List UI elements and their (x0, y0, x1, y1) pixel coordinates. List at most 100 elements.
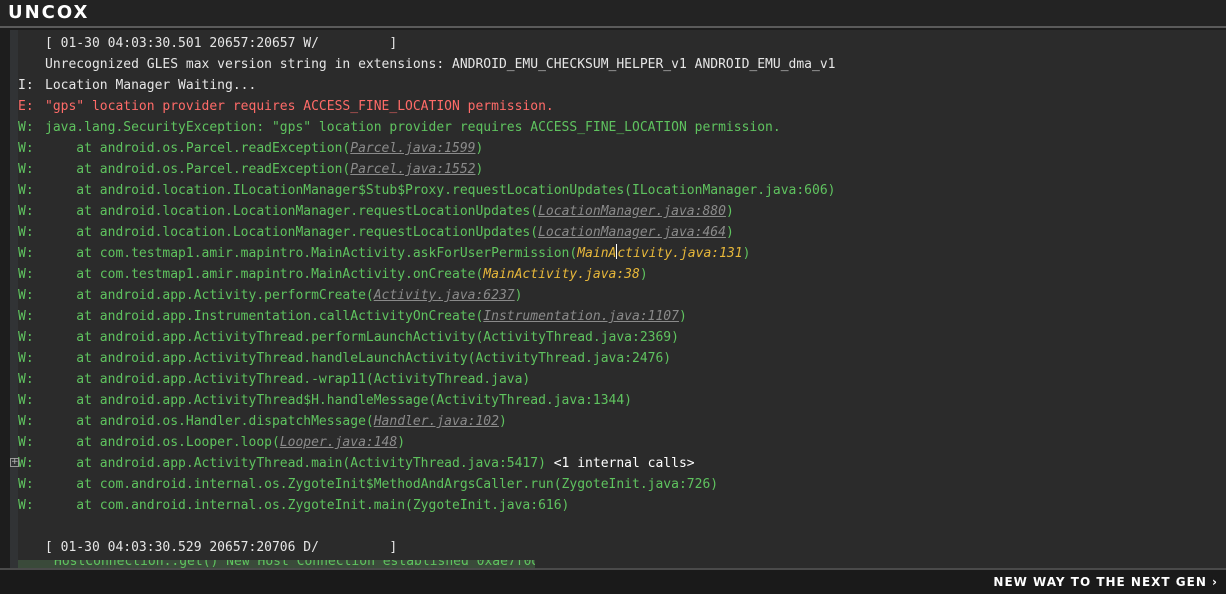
source-file-link[interactable]: Handler.java:102 (374, 414, 499, 429)
log-level-prefix: W: (18, 183, 34, 198)
log-level-prefix: W: (18, 351, 34, 366)
log-message: Unrecognized GLES max version string in … (45, 57, 836, 72)
log-line[interactable]: W: at android.app.ActivityThread$H.handl… (18, 390, 1226, 411)
expand-fold-icon[interactable]: + (10, 458, 19, 467)
source-file-link[interactable]: Parcel.java:1552 (350, 162, 475, 177)
log-line[interactable]: W: at android.os.Looper.loop(Looper.java… (18, 432, 1226, 453)
log-line[interactable]: [ 01-30 04:03:30.529 20657:20706 D/ ] (18, 537, 1226, 558)
log-level-prefix: E: (18, 99, 34, 114)
log-line[interactable]: W: at com.android.internal.os.ZygoteInit… (18, 495, 1226, 516)
log-line[interactable]: W: at android.app.ActivityThread.-wrap11… (18, 369, 1226, 390)
log-level-prefix: W: (18, 498, 34, 513)
log-line[interactable]: W: at android.app.ActivityThread.handleL… (18, 348, 1226, 369)
log-level-prefix: W: (18, 162, 34, 177)
bottom-bar: NEW WAY TO THE NEXT GEN › (0, 568, 1226, 594)
log-level-prefix: W: (18, 393, 34, 408)
log-level-prefix: W: (18, 120, 34, 135)
log-level-prefix: W: (18, 309, 34, 324)
log-line[interactable]: W: at android.location.LocationManager.r… (18, 222, 1226, 243)
log-message-suffix: ) (397, 435, 406, 450)
log-level-prefix: W: (18, 204, 34, 219)
log-level-prefix: W: (18, 414, 34, 429)
log-line[interactable]: E: "gps" location provider requires ACCES… (18, 96, 1226, 117)
partial-log-text: HostConnection::get() New Host Connectio… (54, 560, 535, 568)
log-message-suffix: ) (742, 246, 751, 261)
log-level-prefix: W: (18, 477, 34, 492)
log-message: at com.android.internal.os.ZygoteInit.ma… (45, 498, 570, 513)
log-message: at com.android.internal.os.ZygoteInit$Me… (45, 477, 719, 492)
log-message-suffix: ) (475, 162, 484, 177)
app-source-file-link[interactable]: MainActivity.java:131 (577, 244, 743, 261)
source-file-link[interactable]: Activity.java:6237 (374, 288, 515, 303)
log-message: at android.os.Looper.loop( (45, 435, 280, 450)
log-lines: [ 01-30 04:03:30.501 20657:20657 W/ ] Unr… (10, 33, 1226, 558)
source-file-link[interactable]: Looper.java:148 (280, 435, 397, 450)
source-file-link[interactable]: Parcel.java:1599 (350, 141, 475, 156)
log-line[interactable]: Unrecognized GLES max version string in … (18, 54, 1226, 75)
log-line[interactable]: [ 01-30 04:03:30.501 20657:20657 W/ ] (18, 33, 1226, 54)
log-line[interactable]: W: at android.location.LocationManager.r… (18, 201, 1226, 222)
log-line[interactable]: W: at android.os.Parcel.readException(Pa… (18, 159, 1226, 180)
log-level-prefix: I: (18, 78, 34, 93)
selected-partial-line[interactable]: HostConnection::get() New Host Connectio… (18, 560, 535, 568)
log-level-prefix: W: (18, 267, 34, 282)
log-level-prefix: W: (18, 246, 34, 261)
log-level-prefix: W: (18, 288, 34, 303)
log-line[interactable]: I: Location Manager Waiting... (18, 75, 1226, 96)
log-line[interactable]: W: at com.testmap1.amir.mapintro.MainAct… (18, 264, 1226, 285)
log-message-suffix: ) (725, 204, 734, 219)
internal-calls-label[interactable]: <1 internal calls> (554, 456, 695, 471)
log-level-prefix: W: (18, 456, 34, 471)
log-message: at android.os.Handler.dispatchMessage( (45, 414, 374, 429)
log-message: [ 01-30 04:03:30.501 20657:20657 W/ ] (45, 36, 398, 51)
log-line[interactable] (18, 516, 1226, 537)
log-message: "gps" location provider requires ACCESS_… (45, 99, 554, 114)
site-logo[interactable]: UNCOX (8, 2, 89, 24)
log-line[interactable]: W: at android.os.Parcel.readException(Pa… (18, 138, 1226, 159)
log-line[interactable]: W: at android.app.ActivityThread.perform… (18, 327, 1226, 348)
log-message: at com.testmap1.amir.mapintro.MainActivi… (45, 246, 578, 261)
console-gutter (10, 30, 18, 568)
log-message: at android.location.LocationManager.requ… (45, 225, 539, 240)
log-message: at android.location.LocationManager.requ… (45, 204, 539, 219)
log-line[interactable]: + W: at android.app.ActivityThread.main(A… (10, 453, 1226, 474)
log-message: at android.app.ActivityThread.handleLaun… (45, 351, 672, 366)
log-line[interactable]: W: at android.location.ILocationManager$… (18, 180, 1226, 201)
log-line[interactable]: W: java.lang.SecurityException: "gps" loc… (18, 117, 1226, 138)
logcat-console[interactable]: [ 01-30 04:03:30.501 20657:20657 W/ ] Unr… (10, 30, 1226, 568)
log-message: at android.app.ActivityThread$H.handleMe… (45, 393, 632, 408)
app-source-file-link[interactable]: MainActivity.java:38 (483, 267, 640, 282)
log-line[interactable]: W: at android.os.Handler.dispatchMessage… (18, 411, 1226, 432)
footer-tagline[interactable]: NEW WAY TO THE NEXT GEN › (993, 574, 1218, 590)
log-message-suffix: ) (678, 309, 687, 324)
log-level-prefix: W: (18, 435, 34, 450)
log-message-suffix: ) (514, 288, 523, 303)
log-message: at android.app.Instrumentation.callActiv… (45, 309, 484, 324)
log-message: at android.os.Parcel.readException( (45, 141, 351, 156)
log-message-suffix: ) (639, 267, 648, 282)
log-message: at android.os.Parcel.readException( (45, 162, 351, 177)
log-level-prefix: W: (18, 225, 34, 240)
log-line[interactable]: W: at com.android.internal.os.ZygoteInit… (18, 474, 1226, 495)
source-file-link[interactable]: LocationManager.java:464 (538, 225, 726, 240)
log-message-suffix: ) (475, 141, 484, 156)
log-level-prefix: W: (18, 372, 34, 387)
text-cursor (616, 244, 618, 259)
log-message-suffix: ) (498, 414, 507, 429)
log-level-prefix: W: (18, 330, 34, 345)
source-file-link[interactable]: LocationManager.java:880 (538, 204, 726, 219)
log-level-prefix: W: (18, 141, 34, 156)
log-message: java.lang.SecurityException: "gps" locat… (45, 120, 781, 135)
log-message: at android.location.ILocationManager$Stu… (45, 183, 836, 198)
top-bar: UNCOX (0, 0, 1226, 28)
log-line[interactable]: W: at android.app.Instrumentation.callAc… (18, 306, 1226, 327)
log-line[interactable]: W: at com.testmap1.amir.mapintro.MainAct… (18, 243, 1226, 264)
log-message: at android.app.Activity.performCreate( (45, 288, 374, 303)
log-message: at android.app.ActivityThread.-wrap11(Ac… (45, 372, 531, 387)
log-message: Location Manager Waiting... (45, 78, 257, 93)
log-message-suffix: ) (725, 225, 734, 240)
source-file-link[interactable]: Instrumentation.java:1107 (483, 309, 679, 324)
log-line[interactable]: W: at android.app.Activity.performCreate… (18, 285, 1226, 306)
log-message: at android.app.ActivityThread.performLau… (45, 330, 679, 345)
log-message: [ 01-30 04:03:30.529 20657:20706 D/ ] (45, 540, 398, 555)
